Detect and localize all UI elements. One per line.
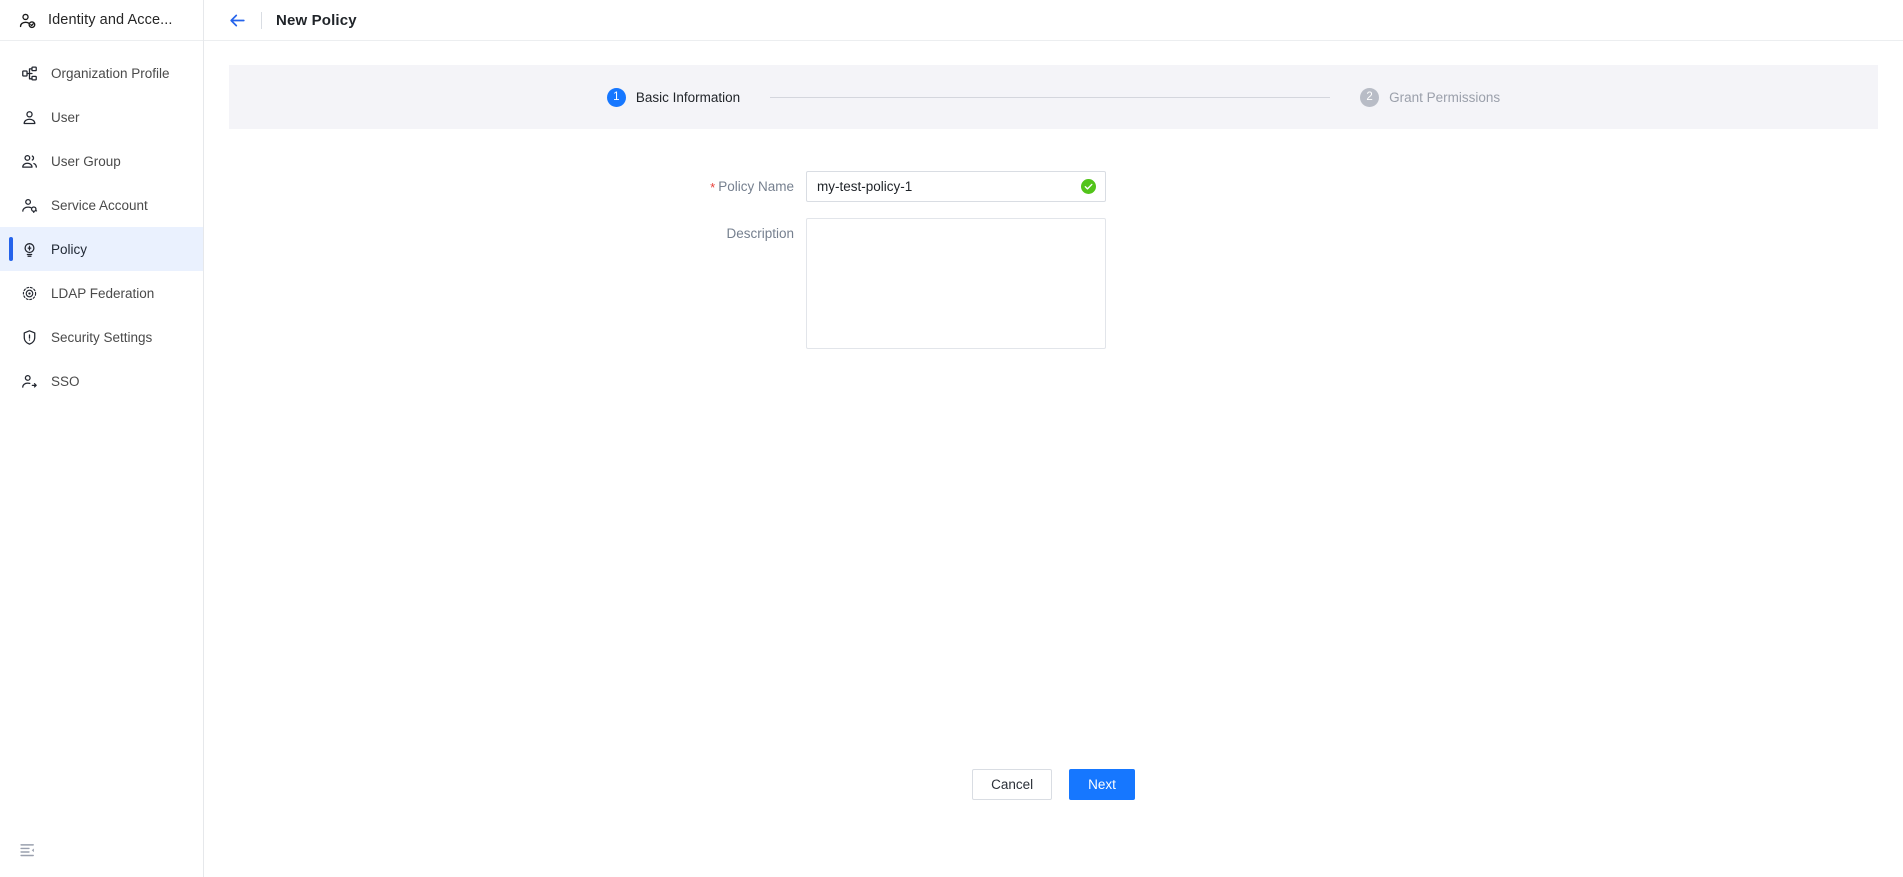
policy-form: *Policy Name Description xyxy=(229,129,1878,354)
step-number: 2 xyxy=(1360,88,1379,107)
description-textarea[interactable] xyxy=(806,218,1106,349)
user-shield-icon xyxy=(18,11,37,30)
sidebar-item-user-group[interactable]: User Group xyxy=(0,139,203,183)
sidebar-item-label: User xyxy=(51,110,80,125)
stepper: 1 Basic Information 2 Grant Permissions xyxy=(229,65,1878,129)
menu-fold-icon[interactable] xyxy=(17,839,37,859)
sso-icon xyxy=(20,372,38,390)
sidebar-item-label: Security Settings xyxy=(51,330,152,345)
sidebar-item-label: SSO xyxy=(51,374,80,389)
ldap-icon xyxy=(20,284,38,302)
policy-name-label-text: Policy Name xyxy=(718,179,794,194)
sidebar-title: Identity and Acce... xyxy=(48,12,173,28)
org-chart-icon xyxy=(20,64,38,82)
app-root: Identity and Acce... Organization Profil… xyxy=(0,0,1903,877)
sidebar: Identity and Acce... Organization Profil… xyxy=(0,0,204,877)
sidebar-item-label: LDAP Federation xyxy=(51,286,154,301)
form-row-policy-name: *Policy Name xyxy=(229,171,1878,203)
top-bar: New Policy xyxy=(204,0,1903,41)
shield-icon xyxy=(20,328,38,346)
sidebar-item-label: Policy xyxy=(51,242,87,257)
user-icon xyxy=(20,108,38,126)
arrow-left-icon[interactable] xyxy=(227,10,247,30)
sidebar-item-label: Organization Profile xyxy=(51,66,170,81)
sidebar-item-label: User Group xyxy=(51,154,121,169)
sidebar-item-service-account[interactable]: Service Account xyxy=(0,183,203,227)
description-field-wrap xyxy=(806,218,1106,354)
policy-name-input[interactable] xyxy=(806,171,1106,202)
sidebar-header: Identity and Acce... xyxy=(0,0,203,41)
sidebar-item-label: Service Account xyxy=(51,198,148,213)
sidebar-footer xyxy=(0,821,203,877)
content-area: 1 Basic Information 2 Grant Permissions … xyxy=(204,41,1903,877)
sidebar-item-ldap-federation[interactable]: LDAP Federation xyxy=(0,271,203,315)
sidebar-item-security-settings[interactable]: Security Settings xyxy=(0,315,203,359)
sidebar-item-user[interactable]: User xyxy=(0,95,203,139)
step-grant-permissions[interactable]: 2 Grant Permissions xyxy=(1360,88,1500,107)
step-label: Grant Permissions xyxy=(1389,90,1500,105)
step-number: 1 xyxy=(607,88,626,107)
form-actions: Cancel Next xyxy=(204,769,1903,800)
user-group-icon xyxy=(20,152,38,170)
sidebar-item-policy[interactable]: Policy xyxy=(0,227,203,271)
policy-icon xyxy=(20,240,38,258)
page-title: New Policy xyxy=(276,12,357,29)
service-account-icon xyxy=(20,196,38,214)
cancel-button[interactable]: Cancel xyxy=(972,769,1052,800)
topbar-divider xyxy=(261,12,262,29)
policy-name-field-wrap xyxy=(806,171,1106,202)
sidebar-item-organization-profile[interactable]: Organization Profile xyxy=(0,51,203,95)
required-marker: * xyxy=(710,180,715,195)
check-circle-icon xyxy=(1081,179,1096,194)
main-area: New Policy 1 Basic Information 2 Grant P… xyxy=(204,0,1903,877)
stepper-connector xyxy=(770,97,1330,98)
step-label: Basic Information xyxy=(636,90,740,105)
policy-name-label: *Policy Name xyxy=(229,171,806,203)
next-button[interactable]: Next xyxy=(1069,769,1135,800)
sidebar-item-sso[interactable]: SSO xyxy=(0,359,203,403)
step-basic-information[interactable]: 1 Basic Information xyxy=(607,88,740,107)
form-row-description: Description xyxy=(229,218,1878,354)
description-label: Description xyxy=(229,218,806,250)
sidebar-nav: Organization Profile User xyxy=(0,41,203,403)
